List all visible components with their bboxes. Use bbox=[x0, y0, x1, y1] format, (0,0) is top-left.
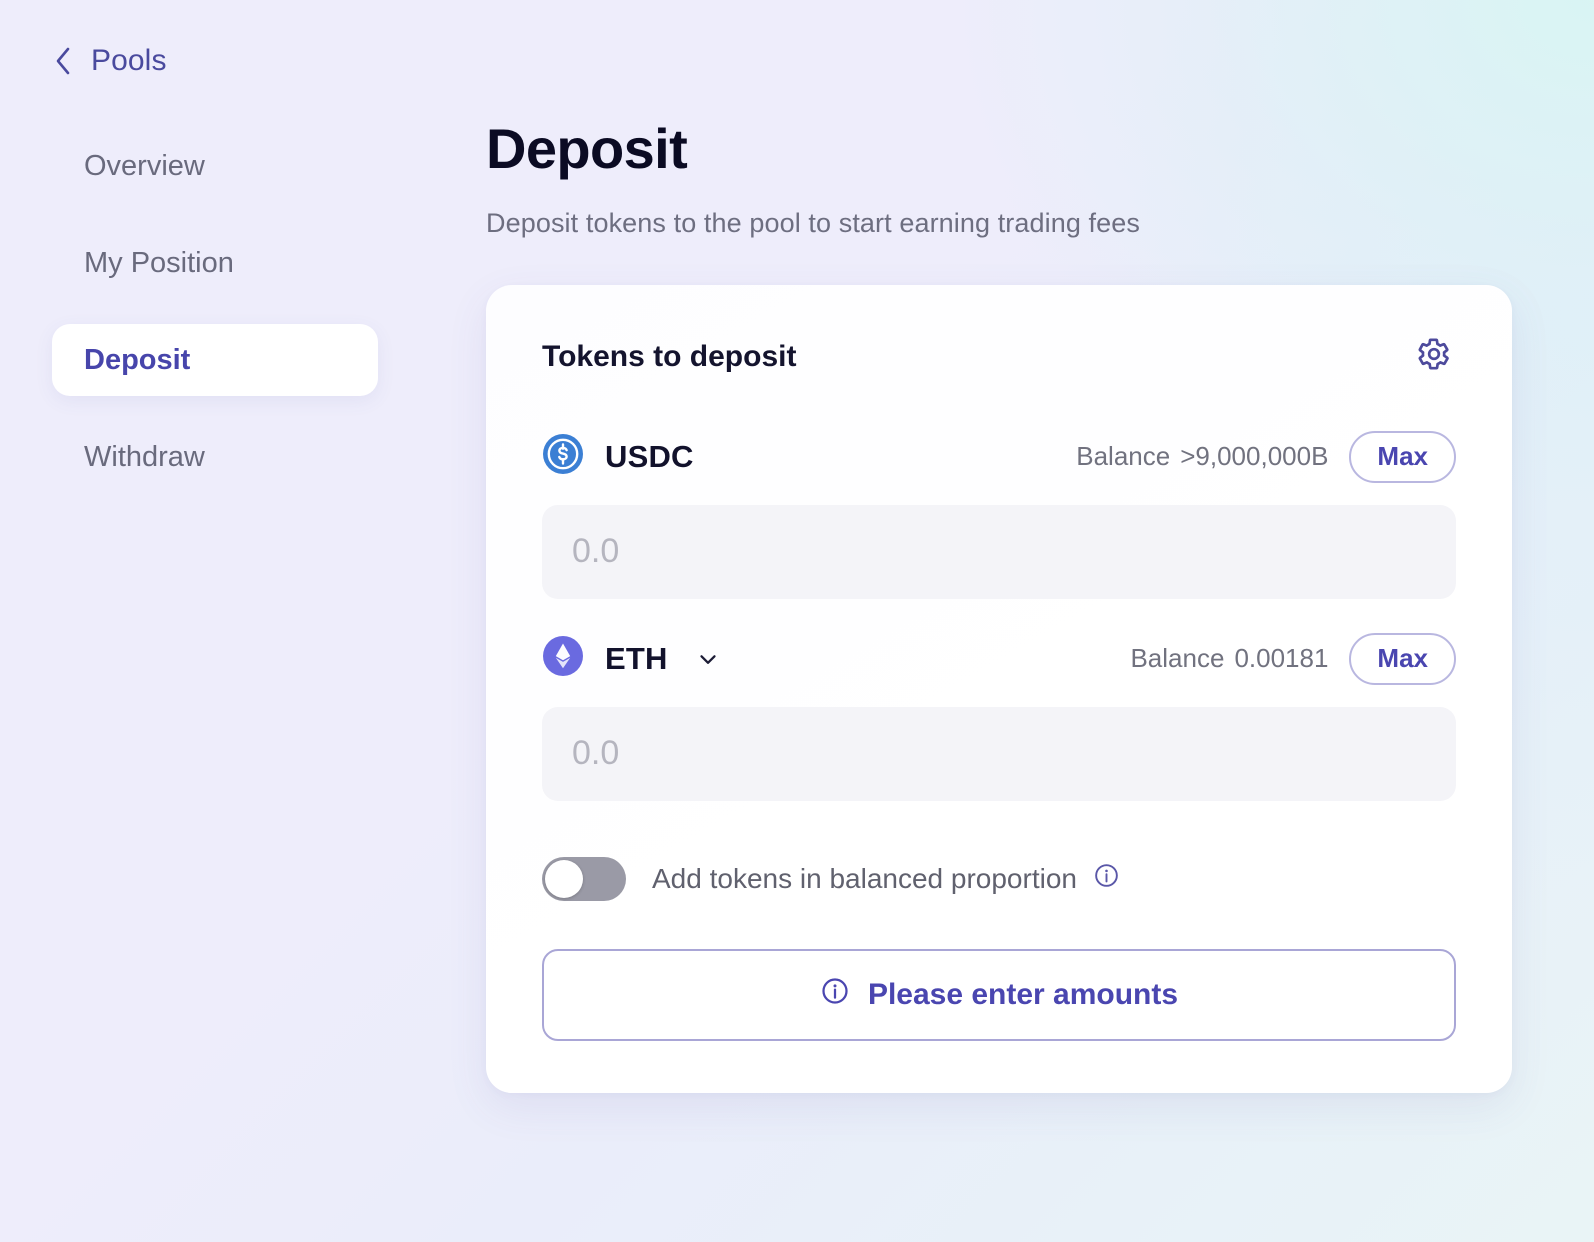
max-button-eth[interactable]: Max bbox=[1349, 632, 1456, 685]
max-button-usdc[interactable]: Max bbox=[1349, 430, 1456, 483]
balance-value: 0.00181 bbox=[1234, 643, 1329, 674]
page-title: Deposit bbox=[486, 117, 688, 180]
gear-icon bbox=[1417, 337, 1451, 376]
sidebar-item-my-position[interactable]: My Position bbox=[52, 227, 378, 299]
card-header: Tokens to deposit bbox=[542, 335, 1456, 379]
token-balance-group: Balance >9,000,000B Max bbox=[1076, 430, 1456, 483]
balance-display: Balance 0.00181 bbox=[1130, 643, 1328, 674]
sidebar: Pools Overview My Position Deposit Withd… bbox=[0, 0, 470, 1242]
balanced-proportion-label: Add tokens in balanced proportion bbox=[652, 862, 1077, 894]
deposit-card: Tokens to deposit USDC Balance >9,000,00… bbox=[486, 284, 1512, 1093]
sidebar-item-label: Deposit bbox=[84, 343, 191, 376]
token-identity: USDC bbox=[542, 433, 694, 480]
token-block-usdc: USDC Balance >9,000,000B Max bbox=[542, 430, 1456, 599]
info-icon[interactable] bbox=[1093, 862, 1120, 896]
sidebar-item-label: Overview bbox=[84, 149, 205, 182]
balance-label: Balance bbox=[1130, 643, 1225, 674]
token-balance-group: Balance 0.00181 Max bbox=[1130, 632, 1456, 685]
sidebar-item-label: My Position bbox=[84, 246, 234, 279]
token-symbol: ETH bbox=[605, 640, 668, 676]
page-subtitle: Deposit tokens to the pool to start earn… bbox=[486, 207, 1140, 238]
toggle-knob bbox=[545, 859, 583, 898]
submit-deposit-button[interactable]: Please enter amounts bbox=[542, 948, 1456, 1041]
chevron-down-icon[interactable] bbox=[695, 646, 721, 672]
main-content: Deposit Deposit tokens to the pool to st… bbox=[486, 0, 1594, 1093]
amount-input-eth[interactable] bbox=[542, 706, 1456, 801]
card-title: Tokens to deposit bbox=[542, 339, 797, 373]
deposit-screen: Pools Overview My Position Deposit Withd… bbox=[0, 0, 1594, 1242]
token-symbol: USDC bbox=[605, 438, 694, 474]
token-row-usdc: USDC Balance >9,000,000B Max bbox=[542, 430, 1456, 483]
settings-button[interactable] bbox=[1412, 335, 1456, 379]
eth-token-icon bbox=[542, 635, 584, 682]
sidebar-item-withdraw[interactable]: Withdraw bbox=[52, 421, 378, 493]
amount-input-usdc[interactable] bbox=[542, 504, 1456, 599]
chevron-left-icon bbox=[52, 46, 74, 76]
balanced-proportion-toggle[interactable] bbox=[542, 856, 626, 901]
sidebar-nav: Overview My Position Deposit Withdraw bbox=[52, 130, 470, 493]
balanced-proportion-row: Add tokens in balanced proportion bbox=[542, 856, 1456, 901]
sidebar-item-deposit[interactable]: Deposit bbox=[52, 324, 378, 396]
balance-value: >9,000,000B bbox=[1180, 441, 1329, 472]
sidebar-item-label: Withdraw bbox=[84, 440, 205, 473]
token-row-eth: ETH Balance 0.00181 Max bbox=[542, 632, 1456, 685]
token-identity: ETH bbox=[542, 635, 721, 682]
submit-deposit-label: Please enter amounts bbox=[867, 977, 1179, 1011]
back-to-pools-link[interactable]: Pools bbox=[52, 44, 167, 82]
token-block-eth: ETH Balance 0.00181 Max bbox=[542, 632, 1456, 801]
sidebar-item-overview[interactable]: Overview bbox=[52, 130, 378, 202]
usdc-token-icon bbox=[542, 433, 584, 480]
back-link-label: Pools bbox=[91, 44, 167, 77]
balance-display: Balance >9,000,000B bbox=[1076, 441, 1328, 472]
info-icon bbox=[820, 976, 850, 1014]
balanced-proportion-label-group: Add tokens in balanced proportion bbox=[652, 862, 1120, 896]
balance-label: Balance bbox=[1076, 441, 1171, 472]
